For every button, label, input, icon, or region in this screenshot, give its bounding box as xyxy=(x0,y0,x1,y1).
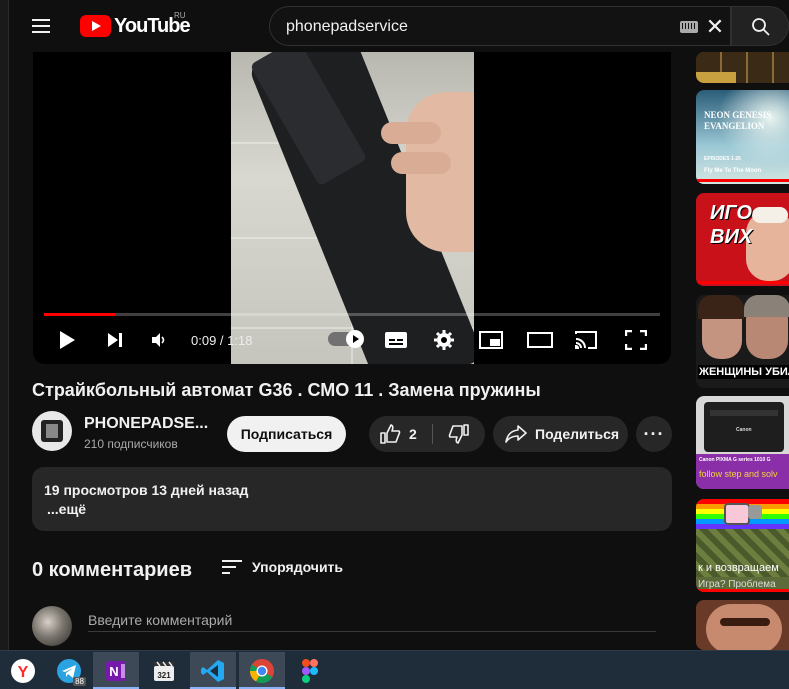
search-icon xyxy=(752,18,770,36)
fullscreen-button[interactable] xyxy=(623,326,649,354)
progress-bar[interactable] xyxy=(44,313,660,316)
play-button[interactable] xyxy=(55,326,79,354)
autoplay-toggle[interactable] xyxy=(328,330,364,348)
channel-avatar[interactable] xyxy=(32,411,72,451)
skip-next-icon xyxy=(108,333,122,347)
theater-icon xyxy=(527,332,553,348)
taskbar-figma[interactable] xyxy=(287,652,333,689)
share-label: Поделиться xyxy=(535,426,620,442)
miniplayer-button[interactable] xyxy=(478,326,504,354)
search-input[interactable] xyxy=(286,16,666,38)
vscode-icon xyxy=(201,659,224,682)
svg-text:321: 321 xyxy=(157,671,171,680)
comments-count: 0 комментариев xyxy=(32,559,193,581)
subscriber-count: 210 подписчиков xyxy=(84,437,178,451)
thumbnail-6-text: к и возвращаем xyxy=(698,562,779,574)
miniplayer-icon xyxy=(479,331,503,349)
sort-icon xyxy=(222,560,242,574)
recommended-thumbnail-5[interactable]: Canon Canon PIXMA G series 1010 G follow… xyxy=(696,396,789,489)
next-button[interactable] xyxy=(103,326,127,354)
masthead: YouTube RU ✕ xyxy=(9,0,789,52)
play-icon xyxy=(60,331,75,349)
thumbnail-3-text: ИГО ВИХ xyxy=(710,202,753,248)
telegram-unread-badge: 88 xyxy=(73,677,86,686)
recommended-thumbnail-6[interactable]: к и возвращаем Игра? Проблема xyxy=(696,499,789,592)
show-more-link[interactable]: ...ещё xyxy=(47,501,86,517)
left-panel-edge xyxy=(0,0,9,650)
dislike-button[interactable] xyxy=(433,416,485,452)
like-count: 2 xyxy=(409,426,417,442)
video-title: Страйкбольный автомат G36 . СМО 11 . Зам… xyxy=(32,380,541,400)
view-date-meta: 19 просмотров 13 дней назад xyxy=(44,482,249,498)
recommended-thumbnail-2[interactable]: NEON GENESIS EVANGELION EPISODES 1-26 Fl… xyxy=(696,90,789,184)
hamburger-menu-icon[interactable] xyxy=(32,15,54,37)
fullscreen-icon xyxy=(625,330,647,350)
clapperboard-icon: 321 xyxy=(154,661,174,681)
like-button[interactable]: 2 xyxy=(369,416,431,452)
taskbar-telegram[interactable]: 88 xyxy=(46,652,92,689)
thumbnail-2-subtitle: EPISODES 1-26 xyxy=(704,156,741,162)
cast-button[interactable] xyxy=(573,326,599,354)
recommended-thumbnail-7[interactable] xyxy=(696,600,789,650)
description-box[interactable]: 19 просмотров 13 дней назад ...ещё xyxy=(32,467,672,531)
subscribe-button[interactable]: Подписаться xyxy=(227,416,346,452)
recommended-thumbnail-1[interactable] xyxy=(696,52,789,83)
thumbnail-5-brand: Canon xyxy=(736,427,752,433)
user-avatar xyxy=(32,606,72,646)
progress-fill xyxy=(44,313,115,316)
more-actions-button[interactable]: ··· xyxy=(636,416,672,452)
volume-icon xyxy=(152,333,165,347)
chrome-icon xyxy=(250,658,274,683)
svg-text:N: N xyxy=(109,664,118,679)
taskbar-yandex-browser[interactable]: Y xyxy=(0,652,46,689)
thumbs-down-icon xyxy=(448,424,469,444)
video-frame[interactable] xyxy=(231,52,474,364)
share-button[interactable]: Поделиться xyxy=(493,416,628,452)
sort-label: Упорядочить xyxy=(252,559,344,575)
taskbar-vscode[interactable] xyxy=(190,652,236,689)
theater-mode-button[interactable] xyxy=(527,326,553,354)
mute-button[interactable] xyxy=(147,326,171,354)
taskbar-chrome[interactable] xyxy=(239,652,285,689)
onenote-icon: N xyxy=(106,660,126,681)
os-taskbar: Y 88 N 321 xyxy=(0,650,789,689)
comment-input[interactable] xyxy=(88,608,656,632)
subtitles-icon xyxy=(385,332,407,348)
taskbar-onenote[interactable]: N xyxy=(93,652,139,689)
keyboard-icon[interactable] xyxy=(680,21,698,33)
recommended-thumbnail-3[interactable]: ИГО ВИХ xyxy=(696,193,789,286)
logo-country-code: RU xyxy=(174,11,186,20)
thumbnail-2-caption: Fly Me To The Moon xyxy=(704,168,762,174)
thumbs-up-icon xyxy=(380,424,401,444)
search-box: ✕ xyxy=(269,6,731,46)
taskbar-media-player[interactable]: 321 xyxy=(141,652,187,689)
thumbnail-4-text: ЖЕНЩИНЫ УБИЛИ xyxy=(698,365,789,379)
time-display: 0:09 / 1:18 xyxy=(191,333,253,348)
subtitles-button[interactable] xyxy=(383,326,409,354)
yandex-browser-icon: Y xyxy=(11,658,35,683)
cast-icon xyxy=(575,331,597,349)
thumbnail-5-caption: Canon PIXMA G series 1010 G xyxy=(699,457,771,463)
channel-name[interactable]: PHONEPADSE... xyxy=(84,415,208,433)
search-button[interactable] xyxy=(731,6,789,46)
settings-button[interactable] xyxy=(431,326,457,354)
like-dislike-group: 2 xyxy=(369,416,485,452)
figma-icon xyxy=(302,658,318,683)
video-player[interactable]: 0:09 / 1:18 xyxy=(33,52,671,364)
youtube-play-icon xyxy=(80,15,111,37)
thumbnail-2-title: NEON GENESIS EVANGELION xyxy=(704,110,772,131)
clear-search-icon[interactable]: ✕ xyxy=(704,16,726,38)
sort-comments-button[interactable]: Упорядочить xyxy=(222,556,343,578)
recommended-thumbnail-4[interactable]: ЖЕНЩИНЫ УБИЛИ xyxy=(696,295,789,388)
youtube-logo[interactable]: YouTube RU xyxy=(80,11,191,38)
svg-text:Y: Y xyxy=(18,664,29,681)
gear-icon xyxy=(434,330,454,350)
share-icon xyxy=(505,425,527,443)
thumbnail-5-caption-2: follow step and solv xyxy=(699,469,778,479)
